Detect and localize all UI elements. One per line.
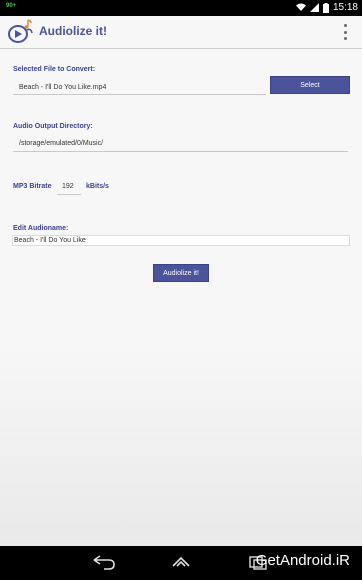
navigation-bar: GetAndroid.iR bbox=[0, 546, 362, 580]
audiolize-button[interactable]: Audiolize it! bbox=[153, 264, 209, 282]
selected-file-label: Selected File to Convert: bbox=[13, 66, 96, 73]
bitrate-unit: kBits/s bbox=[86, 183, 109, 190]
output-dir-underline bbox=[13, 151, 348, 152]
wifi-icon bbox=[295, 3, 306, 11]
bitrate-label: MP3 Bitrate bbox=[13, 183, 52, 190]
overflow-menu-icon[interactable] bbox=[342, 24, 348, 40]
output-dir-field[interactable]: /storage/emulated/0/Music/ bbox=[19, 140, 103, 147]
home-icon[interactable] bbox=[170, 555, 192, 569]
back-icon[interactable] bbox=[92, 554, 116, 570]
signal-icon bbox=[309, 3, 319, 12]
selected-file-underline bbox=[13, 94, 266, 95]
converter-form: Selected File to Convert: Beach - I'll D… bbox=[0, 49, 362, 546]
watermark: GetAndroid.iR bbox=[255, 552, 350, 569]
app-title: Audiolize it! bbox=[39, 24, 107, 38]
audioname-label: Edit Audioname: bbox=[13, 225, 69, 232]
clock: 15:18 bbox=[332, 2, 358, 13]
selected-file-value: Beach - I'll Do You Like.mp4 bbox=[19, 84, 107, 91]
status-bar: 90+ 15:18 bbox=[0, 0, 362, 16]
battery-icon bbox=[322, 2, 329, 13]
status-icons: 15:18 bbox=[295, 2, 358, 13]
notification-indicator: 90+ bbox=[6, 3, 17, 9]
select-file-button[interactable]: Select bbox=[270, 76, 350, 94]
output-dir-label: Audio Output Directory: bbox=[13, 123, 93, 130]
audioname-input[interactable]: Beach - I'll Do You Like bbox=[12, 235, 350, 246]
screen: 90+ 15:18 Audiolize it! Selected File to… bbox=[0, 0, 362, 580]
app-bar: Audiolize it! bbox=[0, 16, 362, 49]
bitrate-underline bbox=[57, 194, 81, 195]
bitrate-field[interactable]: 192 bbox=[62, 183, 74, 190]
app-logo-icon bbox=[8, 19, 33, 43]
